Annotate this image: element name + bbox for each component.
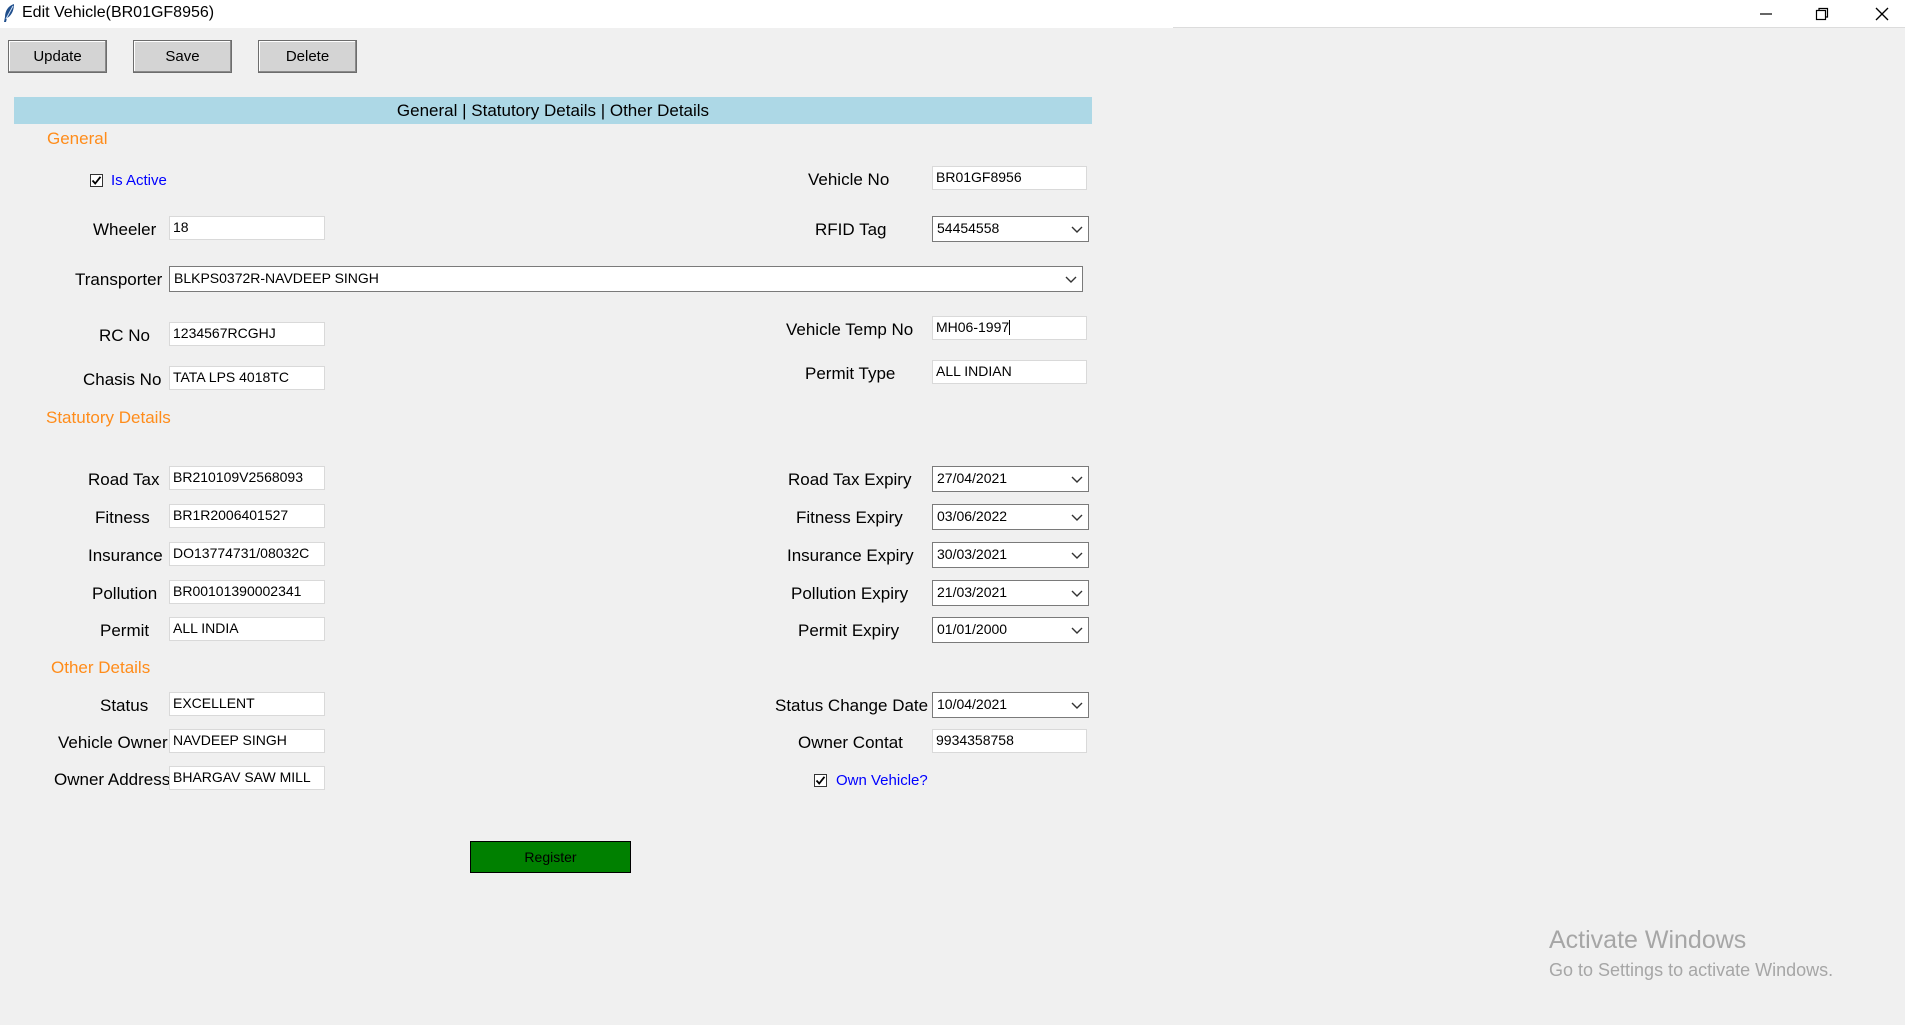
restore-icon[interactable]	[1794, 0, 1850, 28]
vehicle-temp-no-value: MH06-1997	[936, 319, 1010, 335]
chevron-down-icon	[1071, 552, 1083, 559]
chevron-down-icon	[1065, 276, 1077, 283]
minimize-icon[interactable]	[1738, 0, 1794, 28]
feather-icon	[4, 4, 14, 22]
close-icon[interactable]	[1854, 0, 1905, 28]
owner-contact-label: Owner Contat	[798, 733, 903, 752]
save-button[interactable]: Save	[133, 40, 232, 73]
chevron-down-icon	[1071, 702, 1083, 709]
status-change-date-label: Status Change Date	[775, 696, 929, 715]
rc-no-input[interactable]: 1234567RCGHJ	[169, 322, 325, 346]
insurance-input[interactable]: DO13774731/08032C	[169, 542, 325, 566]
vehicle-temp-no-label: Vehicle Temp No	[786, 320, 914, 339]
permit-type-label: Permit Type	[805, 364, 896, 383]
permit-label: Permit	[100, 621, 150, 640]
fitness-input[interactable]: BR1R2006401527	[169, 504, 325, 528]
title-bar	[0, 0, 1905, 28]
chasis-no-label: Chasis No	[83, 370, 162, 389]
pollution-input[interactable]: BR00101390002341	[169, 580, 325, 604]
chevron-down-icon	[1071, 514, 1083, 521]
vehicle-no-label: Vehicle No	[808, 170, 890, 189]
owner-contact-input[interactable]: 9934358758	[932, 729, 1087, 753]
section-nav-bar: General | Statutory Details | Other Deta…	[14, 97, 1092, 124]
chevron-down-icon	[1071, 590, 1083, 597]
fitness-expiry-value: 03/06/2022	[937, 508, 1008, 524]
is-active-label: Is Active	[111, 172, 167, 189]
vehicle-temp-no-input[interactable]: MH06-1997	[932, 316, 1087, 340]
chevron-down-icon	[1071, 226, 1083, 233]
vehicle-owner-input[interactable]: NAVDEEP SINGH	[169, 729, 325, 753]
insurance-expiry-value: 30/03/2021	[937, 546, 1008, 562]
fitness-expiry-label: Fitness Expiry	[796, 508, 903, 527]
update-button[interactable]: Update	[8, 40, 107, 73]
chasis-no-input[interactable]: TATA LPS 4018TC	[169, 366, 325, 390]
permit-type-input[interactable]: ALL INDIAN	[932, 360, 1087, 384]
permit-input[interactable]: ALL INDIA	[169, 617, 325, 641]
window-title: Edit Vehicle(BR01GF8956)	[22, 4, 215, 21]
permit-expiry-value: 01/01/2000	[937, 621, 1008, 637]
permit-expiry-select[interactable]: 01/01/2000	[932, 617, 1089, 643]
insurance-label: Insurance	[88, 546, 163, 565]
road-tax-input[interactable]: BR210109V2568093	[169, 466, 325, 490]
checkmark-icon	[815, 776, 826, 785]
status-input[interactable]: EXCELLENT	[169, 692, 325, 716]
rc-no-label: RC No	[99, 326, 151, 345]
insurance-expiry-label: Insurance Expiry	[787, 546, 914, 565]
fitness-expiry-select[interactable]: 03/06/2022	[932, 504, 1089, 530]
title-bar-divider	[1173, 27, 1905, 28]
status-change-date-value: 10/04/2021	[937, 696, 1008, 712]
pollution-expiry-value: 21/03/2021	[937, 584, 1008, 600]
transporter-select[interactable]: BLKPS0372R-NAVDEEP SINGH	[169, 266, 1083, 292]
vehicle-owner-label: Vehicle Owner	[58, 733, 168, 752]
pollution-expiry-select[interactable]: 21/03/2021	[932, 580, 1089, 606]
rfid-tag-select[interactable]: 54454558	[932, 216, 1089, 242]
road-tax-expiry-label: Road Tax Expiry	[788, 470, 912, 489]
activate-windows-watermark-subtitle: Go to Settings to activate Windows.	[1549, 960, 1834, 980]
transporter-value: BLKPS0372R-NAVDEEP SINGH	[174, 270, 379, 286]
insurance-expiry-select[interactable]: 30/03/2021	[932, 542, 1089, 568]
status-label: Status	[100, 696, 149, 715]
own-vehicle-checkbox[interactable]	[814, 774, 827, 787]
delete-button[interactable]: Delete	[258, 40, 357, 73]
chevron-down-icon	[1071, 476, 1083, 483]
wheeler-input[interactable]: 18	[169, 216, 325, 240]
road-tax-expiry-value: 27/04/2021	[937, 470, 1008, 486]
status-change-date-select[interactable]: 10/04/2021	[932, 692, 1089, 718]
owner-address-input[interactable]: BHARGAV SAW MILL	[169, 766, 325, 790]
section-general-heading: General	[47, 129, 108, 148]
own-vehicle-label: Own Vehicle?	[836, 772, 928, 789]
section-other-heading: Other Details	[51, 658, 151, 677]
register-button[interactable]: Register	[470, 841, 631, 873]
road-tax-expiry-select[interactable]: 27/04/2021	[932, 466, 1089, 492]
text-cursor	[1009, 320, 1011, 335]
wheeler-label: Wheeler	[93, 220, 157, 239]
fitness-label: Fitness	[95, 508, 150, 527]
is-active-checkbox[interactable]	[90, 174, 103, 187]
checkmark-icon	[91, 176, 102, 185]
section-statutory-heading: Statutory Details	[46, 408, 171, 427]
pollution-label: Pollution	[92, 584, 158, 603]
owner-address-label: Owner Address	[54, 770, 171, 789]
pollution-expiry-label: Pollution Expiry	[791, 584, 909, 603]
chevron-down-icon	[1071, 627, 1083, 634]
road-tax-label: Road Tax	[88, 470, 160, 489]
rfid-tag-label: RFID Tag	[815, 220, 887, 239]
rfid-tag-value: 54454558	[937, 220, 1000, 236]
activate-windows-watermark-title: Activate Windows	[1549, 926, 1747, 954]
transporter-label: Transporter	[75, 270, 163, 289]
permit-expiry-label: Permit Expiry	[798, 621, 900, 640]
vehicle-no-input[interactable]: BR01GF8956	[932, 166, 1087, 190]
